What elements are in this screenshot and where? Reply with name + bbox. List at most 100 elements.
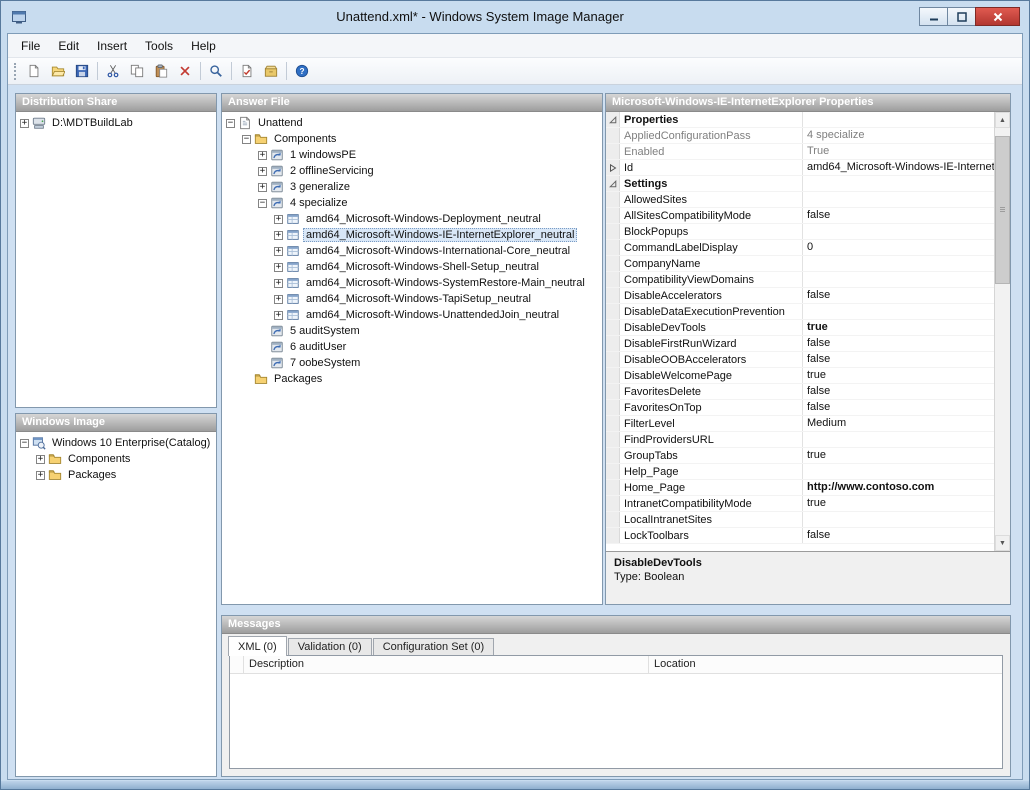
property-value[interactable]: amd64_Microsoft-Windows-IE-InternetExplo… [802, 160, 994, 175]
property-row[interactable]: AppliedConfigurationPass4 specialize [606, 128, 994, 144]
property-row[interactable]: FavoritesDeletefalse [606, 384, 994, 400]
collapse-icon[interactable]: − [20, 439, 29, 448]
property-value[interactable]: true [802, 320, 994, 335]
expand-icon[interactable]: + [36, 471, 45, 480]
property-value[interactable]: true [802, 448, 994, 463]
open-answer-file-button[interactable] [46, 60, 70, 82]
menu-help[interactable]: Help [182, 35, 225, 57]
property-section-row[interactable]: Settings [606, 176, 994, 192]
tree-item[interactable]: −4 specialize [222, 195, 602, 211]
titlebar[interactable]: Unattend.xml* - Windows System Image Man… [1, 1, 1029, 33]
tree-item[interactable]: +D:\MDTBuildLab [16, 115, 216, 131]
paste-button[interactable] [149, 60, 173, 82]
menu-file[interactable]: File [12, 35, 49, 57]
collapse-icon[interactable]: − [226, 119, 235, 128]
tree-item[interactable]: 7 oobeSystem [222, 355, 602, 371]
expand-icon[interactable]: + [258, 183, 267, 192]
tree-item[interactable]: +amd64_Microsoft-Windows-SystemRestore-M… [222, 275, 602, 291]
property-row[interactable]: DisableDataExecutionPrevention [606, 304, 994, 320]
tree-item[interactable]: 6 auditUser [222, 339, 602, 355]
property-row[interactable]: IntranetCompatibilityModetrue [606, 496, 994, 512]
property-value[interactable] [802, 256, 994, 271]
property-row[interactable]: DisableWelcomePagetrue [606, 368, 994, 384]
tree-item[interactable]: +3 generalize [222, 179, 602, 195]
property-value[interactable]: Medium [802, 416, 994, 431]
menu-insert[interactable]: Insert [88, 35, 136, 57]
property-row[interactable]: Idamd64_Microsoft-Windows-IE-InternetExp… [606, 160, 994, 176]
collapse-icon[interactable]: − [258, 199, 267, 208]
tab-configuration-set-0[interactable]: Configuration Set (0) [373, 638, 495, 655]
property-row[interactable]: Home_Pagehttp://www.contoso.com [606, 480, 994, 496]
property-row[interactable]: CompatibilityViewDomains [606, 272, 994, 288]
scroll-up-button[interactable]: ▲ [995, 112, 1010, 128]
property-value[interactable] [802, 192, 994, 207]
expand-icon[interactable]: + [258, 167, 267, 176]
expand-icon[interactable]: + [36, 455, 45, 464]
property-row[interactable]: FindProvidersURL [606, 432, 994, 448]
tree-item[interactable]: +amd64_Microsoft-Windows-UnattendedJoin_… [222, 307, 602, 323]
property-row[interactable]: DisableFirstRunWizardfalse [606, 336, 994, 352]
property-value[interactable]: false [802, 352, 994, 367]
tab-validation-0[interactable]: Validation (0) [288, 638, 372, 655]
property-row[interactable]: CompanyName [606, 256, 994, 272]
tree-item[interactable]: +amd64_Microsoft-Windows-Shell-Setup_neu… [222, 259, 602, 275]
tree-item[interactable]: +amd64_Microsoft-Windows-TapiSetup_neutr… [222, 291, 602, 307]
tree-item[interactable]: 5 auditSystem [222, 323, 602, 339]
menu-tools[interactable]: Tools [136, 35, 182, 57]
expand-icon[interactable]: + [274, 279, 283, 288]
property-row[interactable]: Help_Page [606, 464, 994, 480]
column-header-location[interactable]: Location [649, 656, 1002, 673]
expand-icon[interactable]: + [274, 231, 283, 240]
expand-icon[interactable]: + [274, 263, 283, 272]
property-value[interactable]: 0 [802, 240, 994, 255]
property-value[interactable] [802, 464, 994, 479]
property-row[interactable]: AllSitesCompatibilityModefalse [606, 208, 994, 224]
tab-xml-0[interactable]: XML (0) [228, 636, 287, 656]
column-header-description[interactable]: Description [244, 656, 649, 673]
tree-item[interactable]: +Packages [16, 467, 216, 483]
property-row[interactable]: AllowedSites [606, 192, 994, 208]
minimize-button[interactable] [919, 7, 948, 26]
property-value[interactable]: false [802, 400, 994, 415]
tree-item[interactable]: Packages [222, 371, 602, 387]
tree-item[interactable]: −Windows 10 Enterprise(Catalog) [16, 435, 216, 451]
tree-item[interactable]: −Components [222, 131, 602, 147]
tree-item[interactable]: +1 windowsPE [222, 147, 602, 163]
property-row[interactable]: BlockPopups [606, 224, 994, 240]
property-value[interactable]: 4 specialize [802, 128, 994, 143]
property-row[interactable]: FavoritesOnTopfalse [606, 400, 994, 416]
tree-item[interactable]: +amd64_Microsoft-Windows-IE-InternetExpl… [222, 227, 602, 243]
property-value[interactable]: http://www.contoso.com [802, 480, 994, 495]
expand-icon[interactable]: + [274, 295, 283, 304]
expand-icon[interactable]: + [274, 311, 283, 320]
property-value[interactable] [802, 512, 994, 527]
property-row[interactable]: DisableDevToolstrue [606, 320, 994, 336]
scrollbar-track[interactable] [995, 128, 1010, 535]
property-value[interactable] [802, 432, 994, 447]
close-button[interactable] [975, 7, 1020, 26]
property-row[interactable]: EnabledTrue [606, 144, 994, 160]
new-answer-file-button[interactable] [22, 60, 46, 82]
properties-scrollbar[interactable]: ▲ ▼ [994, 112, 1010, 551]
property-row[interactable]: DisableAcceleratorsfalse [606, 288, 994, 304]
property-row[interactable]: LockToolbarsfalse [606, 528, 994, 544]
property-section-row[interactable]: Properties [606, 112, 994, 128]
property-row[interactable]: LocalIntranetSites [606, 512, 994, 528]
maximize-button[interactable] [947, 7, 976, 26]
create-configuration-set-button[interactable] [259, 60, 283, 82]
find-button[interactable] [204, 60, 228, 82]
property-value[interactable] [802, 272, 994, 287]
property-value[interactable]: false [802, 336, 994, 351]
column-header-icon[interactable] [230, 656, 244, 673]
property-value[interactable]: True [802, 144, 994, 159]
property-value[interactable]: false [802, 208, 994, 223]
help-button[interactable]: ? [290, 60, 314, 82]
property-value[interactable] [802, 304, 994, 319]
property-row[interactable]: CommandLabelDisplay0 [606, 240, 994, 256]
save-answer-file-button[interactable] [70, 60, 94, 82]
property-row[interactable]: DisableOOBAcceleratorsfalse [606, 352, 994, 368]
tree-item[interactable]: +Components [16, 451, 216, 467]
tree-item[interactable]: +amd64_Microsoft-Windows-International-C… [222, 243, 602, 259]
tree-item[interactable]: −Unattend [222, 115, 602, 131]
property-row[interactable]: GroupTabstrue [606, 448, 994, 464]
